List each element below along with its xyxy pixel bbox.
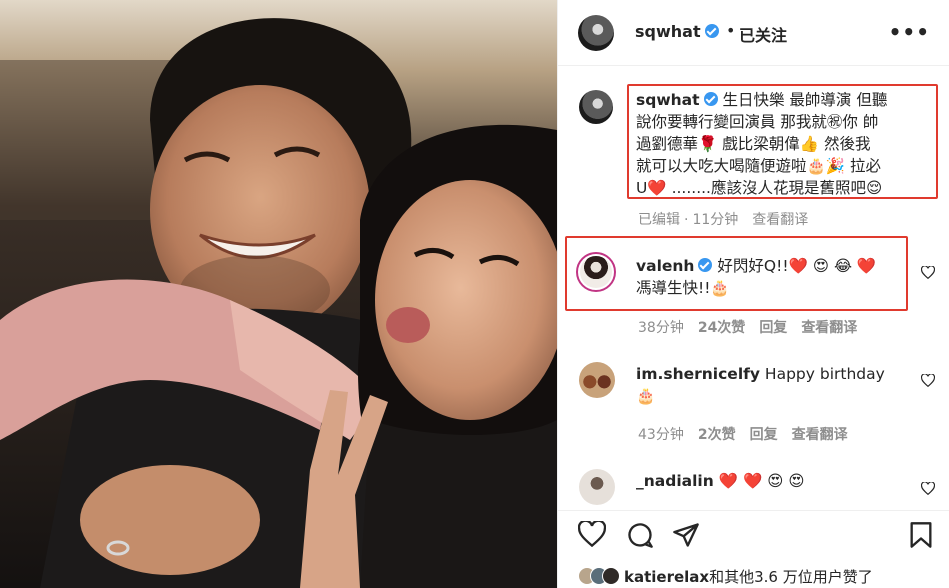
valenh-meta: 38分钟 24次赞 回复 查看翻译	[638, 317, 871, 337]
more-icon[interactable]: •••	[889, 22, 930, 42]
shernicelfy-meta: 43分钟 2次赞 回复 查看翻译	[638, 424, 862, 444]
valenh-time[interactable]: 38分钟	[638, 320, 684, 336]
liker-avatar	[602, 567, 620, 585]
shernicelfy-line-1: Happy birthday	[764, 365, 885, 383]
valenh-username[interactable]: valenh	[636, 257, 694, 275]
valenh-likes[interactable]: 24次赞	[698, 320, 745, 336]
likes-summary[interactable]: katierelax和其他3.6 万位用户赞了	[624, 566, 873, 587]
shernicelfy-reply-button[interactable]: 回复	[750, 427, 778, 443]
verified-icon	[704, 24, 719, 38]
caption-line-4: 就可以大吃大喝隨便遊啦🎂🎉 拉必	[636, 157, 882, 175]
follow-separator: •	[726, 21, 736, 40]
verified-icon	[703, 92, 718, 106]
nadialin-avatar[interactable]	[579, 469, 615, 505]
valenh-translate-link[interactable]: 查看翻译	[801, 320, 857, 336]
caption-line-5: U❤️ ........應該沒人花現是舊照吧😌	[636, 179, 883, 197]
shernicelfy-translate-link[interactable]: 查看翻译	[792, 427, 848, 443]
valenh-line-2: 馮導生快!!🎂	[636, 279, 730, 297]
valenh-comment-text: valenh 好閃好Q!!❤️ 😍 😂 ❤️ 馮導生快!!🎂	[636, 255, 906, 299]
caption-line-3: 過劉德華🌹 戲比梁朝偉👍 然後我	[636, 135, 871, 153]
comments-panel: sqwhat • 已关注 ••• sqwhat 生日快樂 最帥導演 但聽 說你要…	[557, 0, 949, 588]
caption-meta: 已编辑 · 11分钟 查看翻译	[638, 209, 822, 229]
valenh-avatar[interactable]	[576, 252, 616, 292]
author-username-text[interactable]: sqwhat	[635, 22, 701, 41]
shernicelfy-line-2: 🎂	[636, 387, 656, 405]
caption-line: sqwhat 生日快樂 最帥導演 但聽	[636, 89, 936, 111]
verified-icon	[698, 258, 713, 272]
likes-others-text: 和其他3.6 万位用户赞了	[709, 568, 873, 586]
valenh-line-1: 好閃好Q!!❤️ 😍 😂 ❤️	[717, 257, 877, 275]
meta-separator: ·	[684, 212, 689, 228]
caption-line-1: 生日快樂 最帥導演 但聽	[722, 91, 888, 109]
comment-icon[interactable]	[626, 521, 654, 549]
shernicelfy-time[interactable]: 43分钟	[638, 427, 684, 443]
caption-line-2: 說你要轉行變回演員 那我就㊗你 帥	[636, 113, 879, 131]
like-comment-heart-icon[interactable]	[921, 482, 935, 495]
nadialin-comment-text: _nadialin ❤️ ❤️ 😍 😍	[636, 470, 906, 492]
shernicelfy-avatar[interactable]	[579, 362, 615, 398]
caption-translate-link[interactable]: 查看翻译	[752, 212, 808, 228]
caption-text: sqwhat 生日快樂 最帥導演 但聽 說你要轉行變回演員 那我就㊗你 帥 過劉…	[636, 89, 936, 199]
author-username[interactable]: sqwhat	[635, 22, 719, 41]
bookmark-icon[interactable]	[909, 521, 933, 549]
like-comment-heart-icon[interactable]	[921, 266, 935, 279]
caption-username[interactable]: sqwhat	[636, 91, 700, 109]
author-avatar[interactable]	[578, 15, 614, 51]
shernicelfy-comment-text: im.shernicelfy Happy birthday 🎂	[636, 363, 906, 407]
likes-first-user[interactable]: katierelax	[624, 568, 709, 586]
edited-label: 已编辑	[638, 212, 680, 228]
nadialin-line-1: ❤️ ❤️ 😍 😍	[718, 472, 805, 490]
share-icon[interactable]	[672, 521, 700, 549]
caption-time[interactable]: 11分钟	[692, 212, 738, 228]
action-bar	[558, 510, 949, 560]
photo-illustration	[0, 0, 557, 588]
follow-status-button[interactable]: 已关注	[739, 22, 787, 46]
post-header: sqwhat • 已关注 •••	[558, 0, 949, 66]
shernicelfy-username[interactable]: im.shernicelfy	[636, 365, 760, 383]
nadialin-username[interactable]: _nadialin	[636, 472, 714, 490]
heart-icon[interactable]	[578, 521, 606, 547]
post-photo[interactable]	[0, 0, 557, 588]
caption-avatar[interactable]	[579, 90, 613, 124]
valenh-reply-button[interactable]: 回复	[759, 320, 787, 336]
shernicelfy-likes[interactable]: 2次赞	[698, 427, 736, 443]
like-comment-heart-icon[interactable]	[921, 374, 935, 387]
